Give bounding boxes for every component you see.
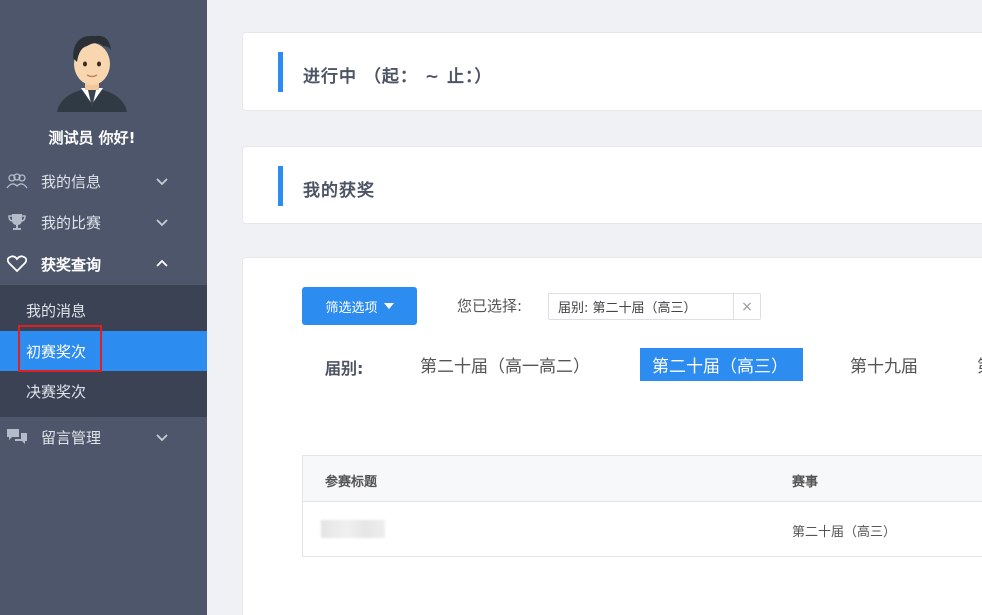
- user-greeting: 测试员 你好!: [48, 129, 136, 147]
- caret-down-icon: [383, 303, 394, 309]
- awards-title: 我的获奖: [303, 181, 375, 201]
- sidebar-item-label: 获奖查询: [41, 255, 102, 274]
- submenu-item-my-messages[interactable]: 我的消息: [0, 290, 207, 330]
- session-option[interactable]: 第二十届（高一高二）: [420, 348, 590, 381]
- submenu-item-label: 决赛奖次: [26, 382, 87, 401]
- chevron-down-icon: [156, 434, 168, 442]
- sidebar-item-message-management[interactable]: 留言管理: [0, 417, 207, 457]
- section-accent-bar: [278, 52, 283, 92]
- awards-header-panel: 我的获奖: [242, 146, 982, 224]
- column-header-title: 参赛标题: [325, 475, 378, 490]
- selected-filter-tag: 届别: 第二十届（高三） ×: [548, 293, 761, 320]
- section-accent-bar: [278, 166, 283, 206]
- session-option[interactable]: 第: [977, 348, 982, 381]
- selected-label: 您已选择:: [457, 297, 523, 315]
- column-header-event: 赛事: [792, 475, 819, 490]
- chevron-down-icon: [156, 178, 168, 186]
- ongoing-title: 进行中 （起： ~ 止：）: [303, 67, 493, 87]
- highlight-box: [18, 325, 102, 372]
- session-filter-label: 届别:: [325, 359, 364, 378]
- ongoing-panel: 进行中 （起： ~ 止：）: [242, 32, 982, 111]
- session-option-active[interactable]: 第二十届（高三）: [640, 348, 803, 381]
- users-icon: [6, 172, 28, 190]
- event-cell: 第二十届（高三）: [792, 525, 897, 540]
- table-header: 参赛标题 赛事: [303, 456, 982, 502]
- filter-button-label: 筛选选项: [325, 300, 378, 316]
- sidebar-item-my-info[interactable]: 我的信息: [0, 161, 207, 201]
- chevron-down-icon: [156, 219, 168, 227]
- sidebar-item-label: 我的信息: [41, 172, 102, 191]
- tag-text: 届别: 第二十届（高三）: [558, 301, 697, 316]
- sidebar-item-award-query[interactable]: 获奖查询: [0, 244, 207, 284]
- avatar: [57, 28, 127, 112]
- submenu-item-label: 我的消息: [26, 301, 87, 320]
- trophy-icon: [6, 213, 28, 231]
- sidebar-item-label: 我的比赛: [41, 213, 102, 232]
- redacted-title-cell: [321, 520, 385, 538]
- filter-options-button[interactable]: 筛选选项: [302, 287, 417, 325]
- chat-icon: [6, 428, 28, 446]
- sidebar-item-label: 留言管理: [41, 428, 102, 447]
- submenu-item-final-awards[interactable]: 决赛奖次: [0, 371, 207, 411]
- chevron-up-icon: [156, 259, 168, 267]
- sidebar: 测试员 你好! 我的信息 我的比赛 获奖查询 我的消息 初赛奖次 决赛奖次 留言…: [0, 0, 207, 615]
- sidebar-item-my-contests[interactable]: 我的比赛: [0, 202, 207, 242]
- close-icon[interactable]: ×: [733, 294, 760, 319]
- session-option[interactable]: 第十九届: [850, 348, 918, 381]
- awards-table: 参赛标题 赛事 第二十届（高三）: [302, 455, 982, 557]
- heart-icon: [6, 255, 28, 273]
